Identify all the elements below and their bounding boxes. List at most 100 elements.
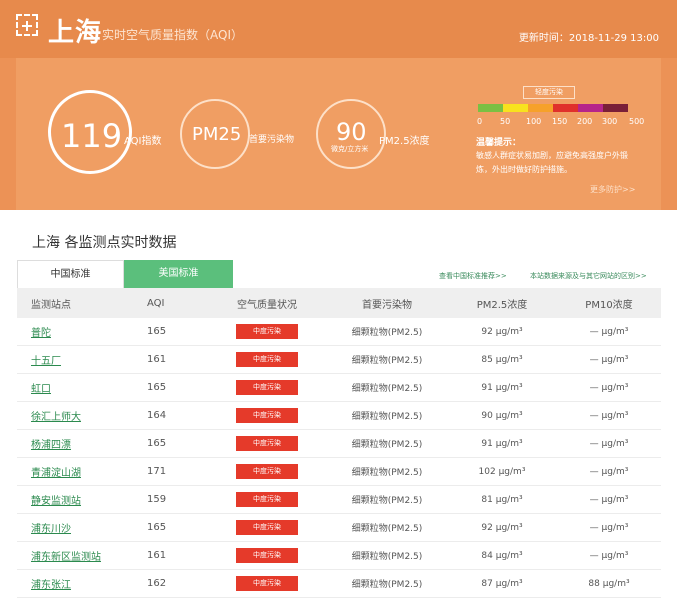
status-badge: 中度污染 (236, 576, 298, 591)
status-badge: 中度污染 (236, 492, 298, 507)
pm25-cell: 91 μg/m³ (481, 382, 523, 393)
pm25-unit: 微克/立方米 (331, 145, 369, 153)
pm25-cell: 90 μg/m³ (481, 410, 523, 421)
primary-pollutant-value: PM25 (192, 124, 242, 145)
station-link[interactable]: 十五厂 (31, 356, 61, 367)
pm25-cell: 92 μg/m³ (481, 522, 523, 533)
scale-tick: 100 (526, 117, 542, 126)
table-header: 监测站点 AQI 空气质量状况 首要污染物 PM2.5浓度 PM10浓度 (17, 288, 661, 318)
primary-pollutant-label: 首要污染物 (249, 135, 295, 145)
aqi-label: AQI指数 (124, 136, 162, 147)
column-header: AQI (147, 297, 165, 309)
more-protection-link[interactable]: 更多防护>> (590, 184, 635, 195)
pollutant-cell: 细颗粒物(PM2.5) (351, 384, 423, 394)
status-badge: 中度污染 (236, 324, 298, 339)
column-header: 首要污染物 (362, 299, 412, 311)
table-row: 浦东川沙 165 中度污染 细颗粒物(PM2.5) 92 μg/m³ — μg/… (17, 514, 661, 542)
station-link[interactable]: 虹口 (31, 384, 51, 395)
table-row: 十五厂 161 中度污染 细颗粒物(PM2.5) 85 μg/m³ — μg/m… (17, 346, 661, 374)
scale-segment (553, 104, 578, 112)
status-badge: 中度污染 (236, 436, 298, 451)
pm10-cell: — μg/m³ (589, 438, 629, 449)
station-link[interactable]: 浦东新区监测站 (31, 552, 101, 563)
station-link[interactable]: 静安监测站 (31, 496, 81, 507)
scale-tick: 50 (500, 117, 511, 126)
stations-title: 上海 各监测点实时数据 (32, 235, 177, 251)
aqi-cell: 162 (147, 578, 167, 589)
pm25-cell: 92 μg/m³ (481, 326, 523, 337)
data-source-link[interactable]: 本站数据来源及与其它网站的区别>> (530, 271, 647, 281)
pm10-cell: — μg/m³ (589, 522, 629, 533)
pm10-cell: — μg/m³ (589, 550, 629, 561)
column-header: PM2.5浓度 (476, 299, 528, 311)
status-badge: 中度污染 (236, 352, 298, 367)
china-standard-link[interactable]: 查看中国标准推荐>> (439, 271, 507, 281)
pollutant-cell: 细颗粒物(PM2.5) (351, 440, 423, 450)
tab-china-standard[interactable]: 中国标准 (17, 260, 124, 288)
pollutant-cell: 细颗粒物(PM2.5) (351, 328, 423, 338)
pm10-cell: 88 μg/m³ (588, 578, 630, 589)
station-link[interactable]: 浦东川沙 (31, 524, 71, 535)
station-link[interactable]: 青浦淀山湖 (31, 468, 81, 479)
pm25-cell: 85 μg/m³ (481, 354, 523, 365)
aqi-value: 119 (61, 117, 123, 155)
standard-tabs: 中国标准 美国标准 查看中国标准推荐>> 本站数据来源及与其它网站的区别>> (17, 260, 661, 288)
station-link[interactable]: 浦东张江 (31, 580, 71, 591)
aqi-cell: 159 (147, 494, 167, 505)
status-badge: 中度污染 (236, 380, 298, 395)
station-link[interactable]: 普陀 (31, 328, 51, 339)
aqi-cell: 161 (147, 550, 167, 561)
top-bar: 上海 实时空气质量指数（AQI） 更新时间：2018-11-29 13:00 (0, 0, 677, 58)
pollutant-cell: 细颗粒物(PM2.5) (351, 580, 423, 590)
pollutant-cell: 细颗粒物(PM2.5) (351, 356, 423, 366)
pm25-value: 90 (336, 118, 367, 146)
add-city-icon[interactable] (16, 14, 38, 36)
table-row: 浦东张江 162 中度污染 细颗粒物(PM2.5) 87 μg/m³ 88 μg… (17, 570, 661, 598)
aqi-cell: 161 (147, 354, 167, 365)
station-link[interactable]: 徐汇上师大 (31, 412, 81, 423)
scale-segment (528, 104, 553, 112)
table-row: 普陀 165 中度污染 细颗粒物(PM2.5) 92 μg/m³ — μg/m³ (17, 318, 661, 346)
table-row: 杨浦四漂 165 中度污染 细颗粒物(PM2.5) 91 μg/m³ — μg/… (17, 430, 661, 458)
pollutant-cell: 细颗粒物(PM2.5) (351, 468, 423, 478)
aqi-cell: 165 (147, 438, 167, 449)
update-time: 更新时间：2018-11-29 13:00 (518, 33, 659, 44)
pm10-cell: — μg/m³ (589, 326, 629, 337)
pollutant-cell: 细颗粒物(PM2.5) (351, 524, 423, 534)
table-row: 青浦淀山湖 171 中度污染 细颗粒物(PM2.5) 102 μg/m³ — μ… (17, 458, 661, 486)
scale-ticks: 0 50 100 150 200 300 500 (473, 117, 663, 127)
status-badge: 中度污染 (236, 408, 298, 423)
pm25-cell: 102 μg/m³ (478, 466, 526, 477)
table-row: 虹口 165 中度污染 细颗粒物(PM2.5) 91 μg/m³ — μg/m³ (17, 374, 661, 402)
scale-tick: 500 (629, 117, 645, 126)
summary-panel: 119 AQI指数 PM25 首要污染物 90 微克/立方米 PM2.5浓度 轻… (16, 58, 661, 210)
status-badge: 中度污染 (236, 464, 298, 479)
pollutant-cell: 细颗粒物(PM2.5) (351, 552, 423, 562)
pm10-cell: — μg/m³ (589, 354, 629, 365)
tab-us-standard[interactable]: 美国标准 (124, 260, 233, 288)
pm10-cell: — μg/m³ (589, 466, 629, 477)
station-link[interactable]: 杨浦四漂 (31, 440, 71, 451)
aqi-cell: 165 (147, 382, 167, 393)
scale-tick: 0 (477, 117, 483, 126)
aqi-cell: 164 (147, 410, 167, 421)
pollutant-cell: 细颗粒物(PM2.5) (351, 412, 423, 422)
advice-text: 敏感人群症状易加剧，应避免高强度户外锻炼，外出时做好防护措施。 (476, 151, 628, 174)
scale-segment (578, 104, 603, 112)
aqi-cell: 165 (147, 522, 167, 533)
pollutant-cell: 细颗粒物(PM2.5) (351, 496, 423, 506)
pm25-cell: 87 μg/m³ (481, 578, 523, 589)
status-badge: 中度污染 (236, 520, 298, 535)
table-row: 浦东新区监测站 161 中度污染 细颗粒物(PM2.5) 84 μg/m³ — … (17, 542, 661, 570)
scale-tick: 300 (602, 117, 618, 126)
aqi-color-scale (478, 104, 628, 112)
scale-segment (503, 104, 528, 112)
column-header: 空气质量状况 (237, 299, 297, 311)
stations-table: 监测站点 AQI 空气质量状况 首要污染物 PM2.5浓度 PM10浓度 普陀 … (17, 288, 661, 598)
column-header: PM10浓度 (585, 299, 633, 311)
pm10-cell: — μg/m³ (589, 494, 629, 505)
table-row: 徐汇上师大 164 中度污染 细颗粒物(PM2.5) 90 μg/m³ — μg… (17, 402, 661, 430)
advice-title: 温馨提示： (476, 138, 522, 148)
header: 上海 实时空气质量指数（AQI） 更新时间：2018-11-29 13:00 1… (0, 0, 677, 210)
current-level-marker: 轻度污染 (523, 86, 575, 99)
